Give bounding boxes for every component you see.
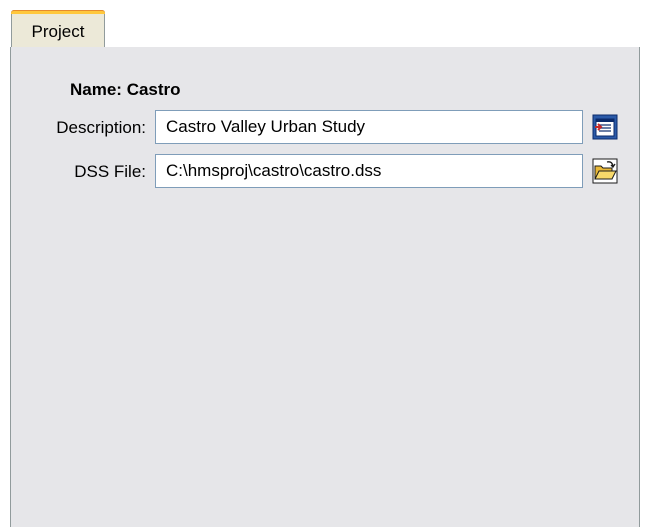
text-editor-icon (592, 114, 618, 140)
dss-file-field[interactable]: C:\hmsproj\castro\castro.dss (155, 154, 583, 188)
tab-strip: Project (0, 0, 640, 49)
tab-project[interactable]: Project (11, 10, 105, 47)
description-editor-button[interactable] (592, 114, 618, 140)
dss-file-label: DSS File: (74, 162, 146, 181)
dss-browse-button[interactable] (592, 158, 618, 184)
tab-active-indicator (11, 10, 105, 14)
name-value: Castro (126, 80, 181, 99)
component-editor: Project Name: Castro Description: Castro… (0, 0, 650, 527)
description-field[interactable]: Castro Valley Urban Study (155, 110, 583, 144)
folder-open-icon (592, 158, 618, 184)
name-row: Name: Castro (70, 80, 181, 100)
tab-project-label: Project (31, 22, 85, 41)
description-label: Description: (56, 118, 146, 137)
name-label: Name: (70, 80, 127, 99)
